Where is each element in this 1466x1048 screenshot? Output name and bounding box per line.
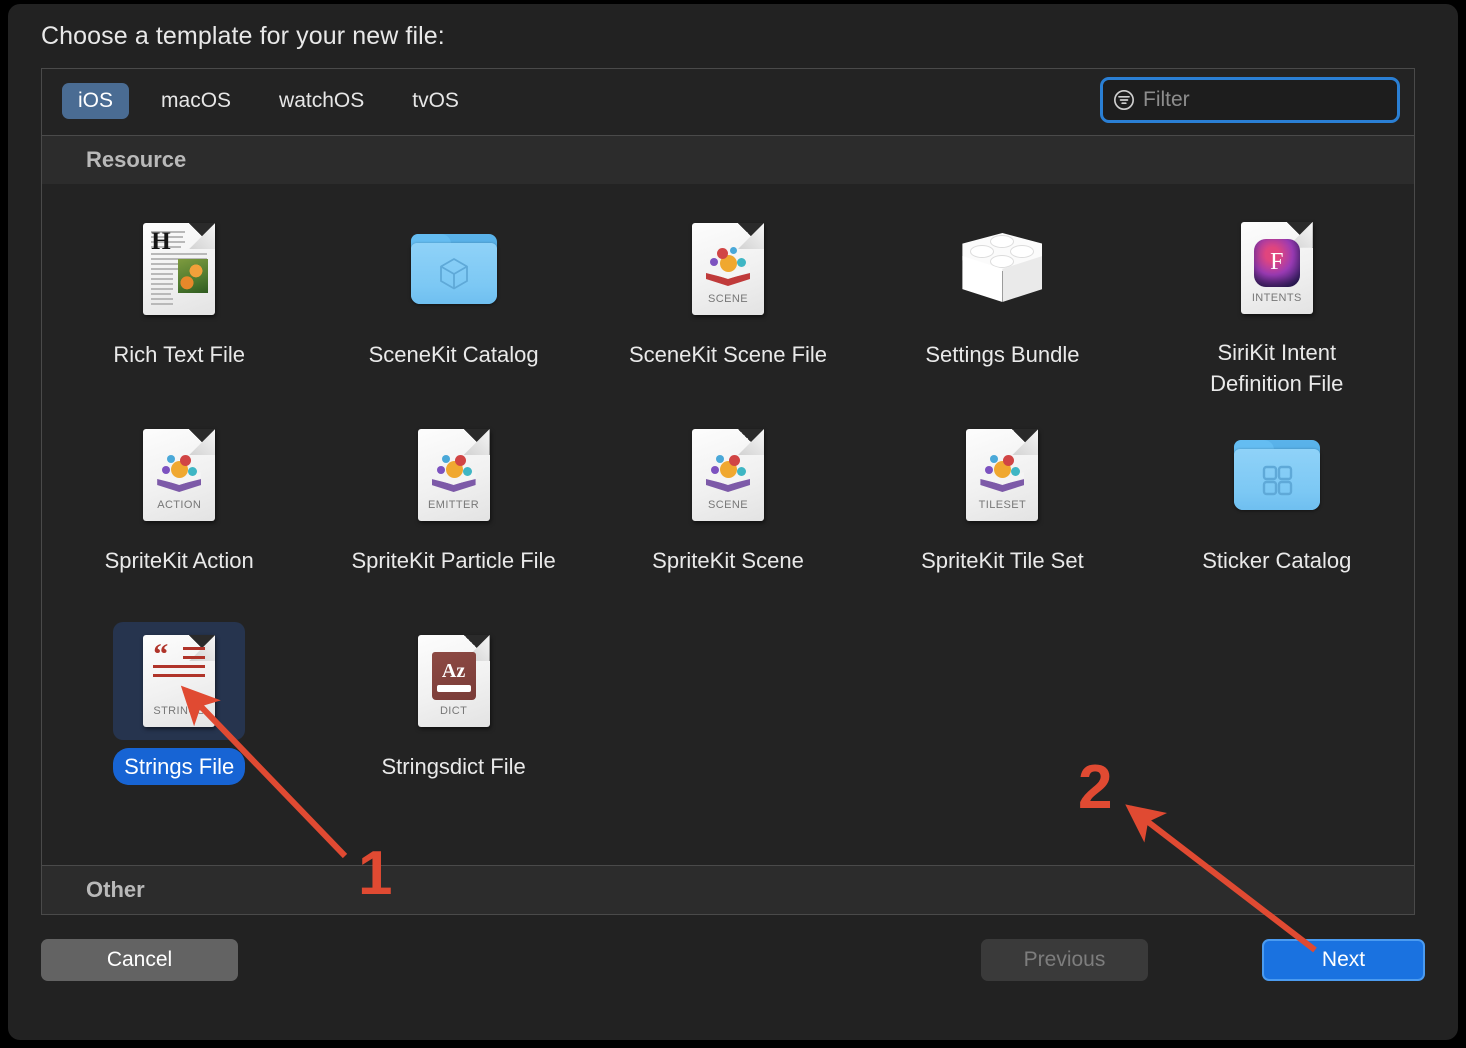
strings-file-icon: “ STRINGS	[143, 635, 216, 727]
previous-button[interactable]: Previous	[981, 939, 1148, 981]
template-item-scenekit-scene-file[interactable]: SCENE SceneKit Scene File	[591, 196, 865, 402]
thumb	[1211, 416, 1343, 534]
template-item-sirikit-intent-definition-file[interactable]: F INTENTS SiriKit Intent Definition File	[1140, 196, 1414, 402]
spritekit-tileset-icon: TILESET	[966, 429, 1039, 521]
rich-text-file-icon: H	[143, 223, 216, 315]
new-file-template-dialog: Choose a template for your new file: iOS…	[8, 4, 1458, 1040]
template-browser-panel: iOS macOS watchOS tvOS Resource	[41, 68, 1422, 915]
platform-tab-list: iOS macOS watchOS tvOS	[62, 83, 491, 119]
template-grid: H Rich Text File SceneKit Catalog SCENE …	[42, 184, 1414, 814]
icon-badge: TILESET	[978, 499, 1027, 511]
cancel-button[interactable]: Cancel	[41, 939, 238, 981]
template-item-scenekit-catalog[interactable]: SceneKit Catalog	[316, 196, 590, 402]
thumb: Az DICT	[388, 622, 520, 740]
template-item-strings-file[interactable]: “ STRINGS Strings File	[42, 608, 316, 814]
section-header-other: Other	[42, 865, 1414, 914]
settings-bundle-icon	[958, 229, 1046, 309]
template-item-rich-text-file[interactable]: H Rich Text File	[42, 196, 316, 402]
template-label: SceneKit Catalog	[368, 342, 539, 367]
stringsdict-file-icon: Az DICT	[417, 635, 490, 727]
template-item-settings-bundle[interactable]: Settings Bundle	[865, 196, 1139, 402]
platform-toolbar: iOS macOS watchOS tvOS	[42, 69, 1422, 136]
thumb: F INTENTS	[1211, 210, 1343, 326]
template-item-spritekit-action[interactable]: ACTION SpriteKit Action	[42, 402, 316, 608]
thumb	[936, 210, 1068, 328]
cube-glyph	[439, 257, 468, 289]
filter-field[interactable]	[1100, 77, 1422, 123]
template-item-spritekit-scene[interactable]: SCENE SpriteKit Scene	[591, 402, 865, 608]
template-item-spritekit-tile-set[interactable]: TILESET SpriteKit Tile Set	[865, 402, 1139, 608]
grid-squares-glyph	[1262, 465, 1292, 495]
template-item-stringsdict-file[interactable]: Az DICT Stringsdict File	[316, 608, 590, 814]
icon-badge: SCENE	[708, 293, 748, 305]
icon-badge: SCENE	[708, 499, 748, 511]
icon-badge: STRINGS	[153, 705, 206, 717]
tab-macos[interactable]: macOS	[145, 83, 247, 119]
dialog-footer: Cancel Previous Next	[41, 939, 1425, 999]
next-button[interactable]: Next	[1262, 939, 1425, 981]
template-label: SpriteKit Tile Set	[921, 548, 1084, 573]
icon-badge: ACTION	[157, 499, 202, 511]
icon-badge: EMITTER	[428, 499, 480, 511]
thumb: H	[113, 210, 245, 328]
icon-badge: INTENTS	[1251, 291, 1302, 304]
scenekit-catalog-folder-icon	[410, 234, 497, 304]
section-title: Resource	[86, 147, 187, 172]
spritekit-scene-icon: SCENE	[691, 429, 764, 521]
annotation-number-2: 2	[1078, 753, 1113, 822]
thumb: SCENE	[662, 416, 794, 534]
thumb: “ STRINGS	[113, 622, 246, 740]
template-label: Settings Bundle	[925, 342, 1080, 367]
scenekit-scene-file-icon: SCENE	[691, 223, 764, 315]
page-title: Choose a template for your new file:	[41, 22, 445, 50]
template-label: Strings File	[113, 748, 246, 786]
sirikit-intent-definition-icon: F INTENTS	[1240, 221, 1313, 314]
thumb	[388, 210, 520, 328]
icon-badge: DICT	[439, 705, 468, 717]
template-label: SiriKit Intent Definition File	[1210, 339, 1344, 396]
thumb: SCENE	[662, 210, 794, 328]
template-label: Rich Text File	[113, 342, 246, 367]
template-label: Sticker Catalog	[1202, 548, 1352, 573]
template-label: SpriteKit Particle File	[351, 548, 556, 573]
template-grid-scroll[interactable]: H Rich Text File SceneKit Catalog SCENE …	[42, 184, 1414, 866]
filter-icon	[1114, 90, 1134, 110]
section-title: Other	[86, 877, 145, 902]
template-label: SceneKit Scene File	[628, 342, 828, 367]
thumb: ACTION	[113, 416, 245, 534]
tab-watchos[interactable]: watchOS	[263, 83, 380, 119]
template-item-spritekit-particle-file[interactable]: EMITTER SpriteKit Particle File	[316, 402, 590, 608]
section-header-resource: Resource	[42, 136, 1414, 185]
sticker-catalog-folder-icon	[1233, 440, 1320, 510]
filter-input[interactable]	[1135, 88, 1422, 112]
template-label: SpriteKit Scene	[652, 548, 804, 573]
template-label: SpriteKit Action	[104, 548, 254, 573]
spritekit-action-icon: ACTION	[143, 429, 216, 521]
template-item-sticker-catalog[interactable]: Sticker Catalog	[1140, 402, 1414, 608]
annotation-number-1: 1	[358, 839, 393, 908]
template-label: Stringsdict File	[381, 754, 526, 779]
thumb: TILESET	[936, 416, 1068, 534]
tab-tvos[interactable]: tvOS	[396, 83, 475, 119]
thumb: EMITTER	[388, 416, 520, 534]
spritekit-particle-icon: EMITTER	[417, 429, 490, 521]
tab-ios[interactable]: iOS	[62, 83, 130, 119]
